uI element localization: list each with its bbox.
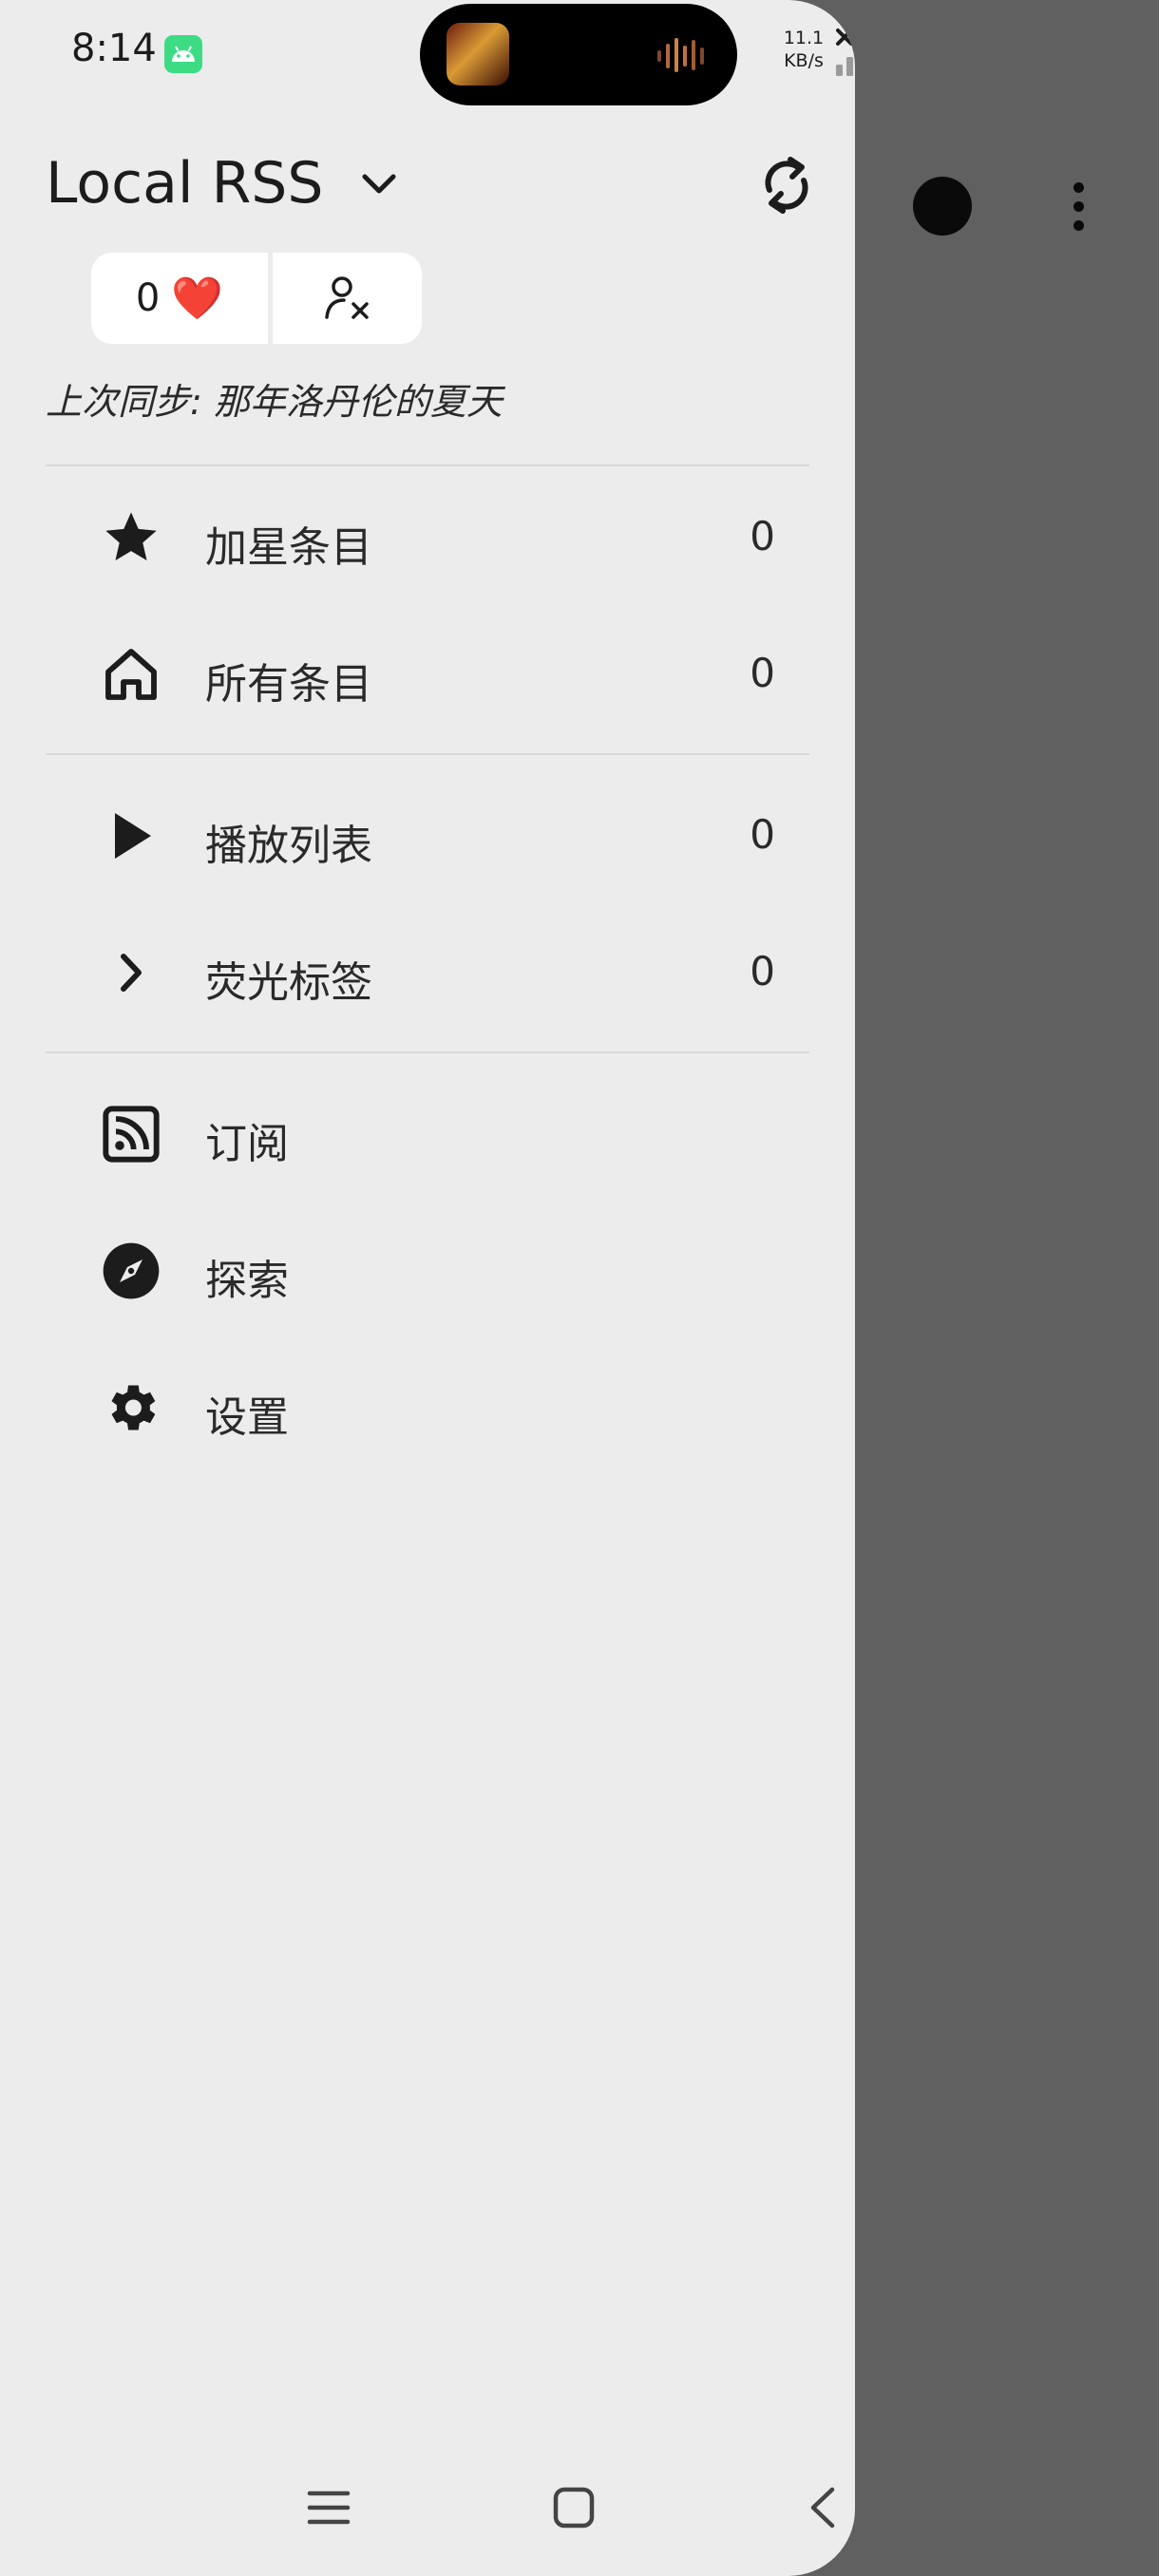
nav-count: 0 — [750, 650, 775, 696]
nav-label: 荧光标签 — [205, 958, 372, 1007]
star-icon — [101, 507, 162, 568]
nav-item-playlist[interactable]: 播放列表 0 — [91, 788, 775, 883]
nav-label: 所有条目 — [205, 660, 372, 709]
divider — [46, 1051, 809, 1053]
account-title[interactable]: Local RSS — [46, 150, 323, 217]
nav-label: 播放列表 — [205, 822, 372, 870]
background-avatar — [913, 177, 972, 236]
network-speed-value: 11.1 — [783, 28, 825, 48]
nav-label: 探索 — [205, 1257, 289, 1305]
nav-item-starred[interactable]: 加星条目 0 — [91, 490, 775, 585]
chevron-down-icon[interactable] — [357, 167, 401, 201]
nav-menu-button[interactable] — [300, 2479, 357, 2536]
last-sync-text: 上次同步: 那年洛丹伦的夏天 — [46, 381, 503, 423]
chevron-right-icon — [101, 942, 162, 1003]
account-actions: 0 ❤️ — [91, 253, 422, 344]
nav-item-settings[interactable]: 设置 — [91, 1360, 775, 1455]
nav-count: 0 — [750, 811, 775, 858]
nav-label: 设置 — [205, 1393, 289, 1442]
remove-account-button[interactable] — [273, 253, 422, 344]
play-icon — [101, 805, 162, 866]
status-icons: 5G 67 — [832, 27, 855, 84]
nav-count: 0 — [750, 948, 775, 994]
heart-count: 0 — [135, 276, 161, 320]
divider — [46, 753, 809, 755]
nav-item-all[interactable]: 所有条目 0 — [91, 627, 775, 722]
audio-wave-icon — [657, 38, 704, 72]
back-icon — [810, 2487, 835, 2529]
sync-icon[interactable] — [756, 152, 817, 218]
nav-label: 加星条目 — [205, 523, 372, 572]
divider — [46, 464, 809, 466]
gear-icon — [101, 1377, 162, 1438]
status-time: 8:14 — [71, 27, 157, 70]
home-icon — [101, 644, 162, 705]
nav-home-button[interactable] — [545, 2479, 602, 2536]
home-square-icon — [553, 2487, 595, 2529]
rss-icon — [101, 1104, 162, 1165]
nav-item-subscriptions[interactable]: 订阅 — [91, 1087, 775, 1182]
menu-icon — [307, 2491, 351, 2525]
nav-count: 0 — [750, 513, 775, 559]
heart-button[interactable]: 0 ❤️ — [91, 253, 268, 344]
nav-item-explore[interactable]: 探索 — [91, 1223, 775, 1318]
network-speed: 11.1 KB/s — [781, 27, 826, 72]
nav-label: 订阅 — [205, 1120, 289, 1168]
nav-item-highlights[interactable]: 荧光标签 0 — [91, 925, 775, 1020]
android-notification-icon — [164, 35, 202, 73]
dynamic-island-media[interactable] — [420, 4, 737, 105]
user-remove-icon — [324, 276, 369, 319]
background-more-icon — [1064, 180, 1092, 234]
album-art — [446, 23, 509, 85]
navigation-drawer: 8:14 11.1 KB/s Local RSS 0 ❤️ 上次同步: 那年洛丹… — [0, 0, 855, 2576]
compass-icon — [101, 1241, 162, 1301]
nav-back-button[interactable] — [794, 2479, 851, 2536]
heart-icon: ❤️ — [171, 275, 224, 323]
network-speed-unit: KB/s — [784, 50, 824, 71]
